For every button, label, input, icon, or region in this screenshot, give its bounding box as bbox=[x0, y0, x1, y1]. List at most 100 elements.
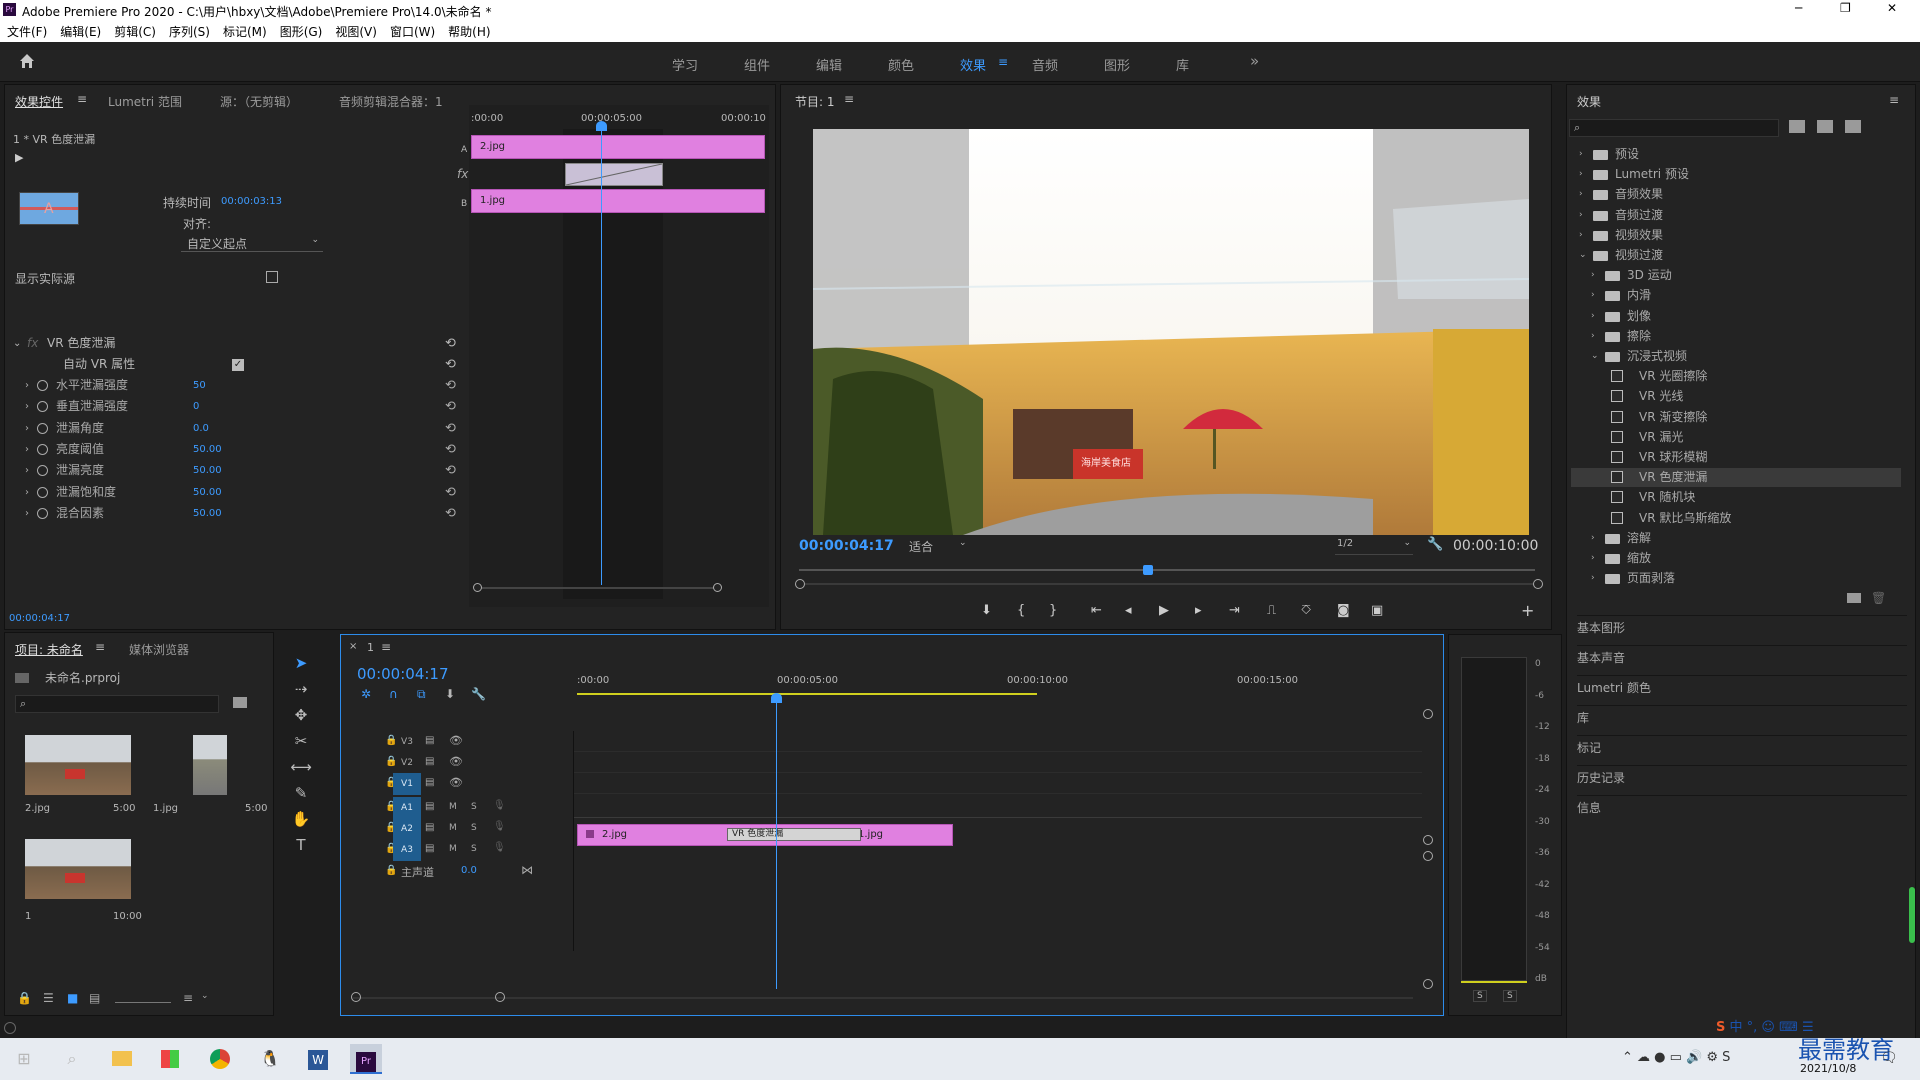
solo-right-button[interactable]: S bbox=[1503, 990, 1517, 1002]
program-zoom-bar[interactable] bbox=[805, 583, 1533, 585]
selection-tool-icon[interactable]: ➤ bbox=[290, 652, 312, 674]
project-item-3[interactable]: 1 10:00 bbox=[17, 829, 142, 925]
program-zoom-right[interactable] bbox=[1533, 579, 1543, 589]
ec-current-time[interactable]: 00:00:04:17 bbox=[9, 613, 70, 624]
ripple-edit-tool-icon[interactable]: ✥ bbox=[290, 704, 312, 726]
effect-folder[interactable]: ⌄ 视频过渡 bbox=[1571, 246, 1901, 265]
expand-arrow-icon[interactable]: › bbox=[25, 503, 29, 524]
add-marker-icon[interactable]: ⬇ bbox=[981, 603, 992, 618]
track-select-tool-icon[interactable]: ⇢ bbox=[290, 678, 312, 700]
sync-lock-icon[interactable]: ▤ bbox=[425, 822, 434, 833]
panel-menu-icon[interactable]: ≡ bbox=[77, 92, 87, 106]
expand-arrow-icon[interactable]: › bbox=[25, 396, 29, 417]
play-icon[interactable]: ▶ bbox=[1159, 603, 1169, 618]
project-search-input[interactable]: ⌕ bbox=[15, 695, 219, 713]
search-icon[interactable]: ⌕ bbox=[56, 1044, 88, 1074]
chevron-right-icon[interactable]: › bbox=[1579, 206, 1583, 225]
effect-item[interactable]: VR 渐变擦除 bbox=[1571, 408, 1901, 427]
track-target[interactable]: V1 bbox=[393, 773, 421, 795]
chevron-right-icon[interactable]: › bbox=[1591, 529, 1595, 548]
tab-source[interactable]: 源：（无剪辑） bbox=[220, 93, 298, 110]
sync-lock-icon[interactable]: ▤ bbox=[425, 843, 434, 854]
new-bin-icon[interactable] bbox=[1847, 593, 1861, 603]
lock-icon[interactable]: 🔒 bbox=[17, 991, 32, 1005]
program-menu-icon[interactable]: ≡ bbox=[844, 92, 854, 106]
effect-folder[interactable]: › 预设 bbox=[1571, 145, 1901, 164]
compare-view-icon[interactable]: ▣ bbox=[1371, 603, 1383, 618]
microphone-icon[interactable]: 🎙 bbox=[493, 821, 506, 832]
reset-icon-autovr[interactable]: ⟲ bbox=[445, 357, 456, 372]
nest-icon[interactable]: ✲ bbox=[361, 687, 371, 701]
fit-dropdown[interactable]: 适合 ⌄ bbox=[909, 537, 969, 555]
expand-arrow-icon[interactable]: › bbox=[25, 482, 29, 503]
reset-icon[interactable]: ⟲ bbox=[445, 396, 456, 417]
tab-media-browser[interactable]: 媒体浏览器 bbox=[129, 641, 189, 658]
lift-icon[interactable]: ⎍ bbox=[1267, 603, 1276, 618]
effects-section[interactable]: 标记 bbox=[1577, 735, 1907, 759]
add-marker-icon[interactable]: ⬇ bbox=[445, 687, 455, 701]
menu-sequence[interactable]: 序列(S) bbox=[162, 20, 216, 40]
app-grid-icon[interactable] bbox=[154, 1044, 186, 1074]
effects-title[interactable]: 效果 bbox=[1577, 93, 1601, 110]
property-value[interactable]: 50.00 bbox=[193, 439, 222, 460]
timeline-ruler[interactable]: :00:00 00:00:05:00 00:00:10:00 00:00:15:… bbox=[577, 671, 1443, 697]
settings-wrench-icon[interactable]: 🔧 bbox=[1427, 537, 1443, 552]
v-scroll-mid-handle[interactable] bbox=[1423, 835, 1433, 845]
play-transition-icon[interactable]: ▶ bbox=[15, 151, 23, 164]
v-scroll-bottom-handle[interactable] bbox=[1423, 979, 1433, 989]
chevron-right-icon[interactable]: › bbox=[1591, 569, 1595, 588]
razor-tool-icon[interactable]: ✂ bbox=[290, 730, 312, 752]
mark-in-icon[interactable]: { bbox=[1017, 603, 1025, 618]
effect-folder[interactable]: › 音频效果 bbox=[1571, 185, 1901, 204]
reset-icon-effect[interactable]: ⟲ bbox=[445, 336, 456, 351]
track-target[interactable]: A1 bbox=[393, 797, 421, 819]
effect-item[interactable]: VR 球形模糊 bbox=[1571, 448, 1901, 467]
stopwatch-icon[interactable] bbox=[37, 380, 48, 391]
snap-icon[interactable]: ∩ bbox=[389, 687, 398, 701]
tab-audio-clip-mixer[interactable]: 音频剪辑混合器：1 bbox=[339, 93, 443, 110]
track-target[interactable]: A3 bbox=[393, 839, 421, 861]
ec-playhead[interactable] bbox=[601, 125, 602, 585]
solo-button[interactable]: S bbox=[471, 844, 477, 854]
menu-file[interactable]: 文件(F) bbox=[0, 20, 53, 40]
workspace-libraries[interactable]: 库 bbox=[1176, 55, 1189, 74]
stopwatch-icon[interactable] bbox=[37, 507, 48, 519]
menu-clip[interactable]: 剪辑(C) bbox=[107, 20, 162, 40]
timeline-playhead[interactable] bbox=[776, 697, 777, 989]
workspace-graphics[interactable]: 图形 bbox=[1104, 55, 1130, 74]
sync-lock-icon[interactable]: ▤ bbox=[425, 777, 434, 788]
windows-start-icon[interactable]: ⊞ bbox=[8, 1044, 40, 1074]
project-menu-icon[interactable]: ≡ bbox=[95, 640, 105, 654]
track-target[interactable]: V3 bbox=[393, 731, 421, 753]
align-dropdown[interactable]: 自定义起点 ⌄ bbox=[181, 234, 323, 252]
effects-section[interactable]: 历史记录 bbox=[1577, 765, 1907, 789]
word-icon[interactable]: W bbox=[302, 1044, 334, 1074]
sync-lock-icon[interactable]: ▤ bbox=[425, 756, 434, 767]
export-frame-icon[interactable]: ◙ bbox=[1337, 603, 1350, 618]
eye-icon[interactable]: 👁 bbox=[449, 734, 463, 747]
h-scroll-left-handle[interactable] bbox=[351, 992, 361, 1002]
sync-lock-icon[interactable]: ▤ bbox=[425, 801, 434, 812]
mute-button[interactable]: M bbox=[449, 844, 457, 854]
timeline-settings-icon[interactable]: 🔧 bbox=[471, 687, 486, 701]
effects-section[interactable]: 信息 bbox=[1577, 795, 1907, 819]
minimize-button[interactable]: ─ bbox=[1795, 1, 1802, 15]
effect-folder[interactable]: › 缩放 bbox=[1571, 549, 1901, 568]
property-value[interactable]: 50 bbox=[193, 375, 206, 396]
tab-effect-controls[interactable]: 效果控件 bbox=[15, 93, 63, 110]
expand-arrow-icon[interactable]: › bbox=[25, 439, 29, 460]
program-timecode[interactable]: 00:00:04:17 bbox=[799, 538, 894, 554]
program-playhead[interactable] bbox=[1143, 565, 1153, 575]
yuv-effects-icon[interactable] bbox=[1845, 120, 1861, 133]
effect-folder[interactable]: › 视频效果 bbox=[1571, 226, 1901, 245]
effect-item[interactable]: VR 色度泄漏 bbox=[1571, 468, 1901, 488]
workspace-menu-icon[interactable]: ≡ bbox=[998, 55, 1008, 69]
pen-tool-icon[interactable]: ✎ bbox=[290, 782, 312, 804]
go-to-in-icon[interactable]: ⇤ bbox=[1091, 603, 1102, 618]
chevron-right-icon[interactable]: › bbox=[1591, 549, 1595, 568]
eye-icon[interactable]: 👁 bbox=[449, 776, 463, 789]
work-area-bar[interactable] bbox=[577, 693, 1037, 695]
chevron-down-icon[interactable]: ⌄ bbox=[1591, 347, 1599, 366]
reset-icon[interactable]: ⟲ bbox=[445, 418, 456, 439]
expand-arrow-icon[interactable]: › bbox=[25, 418, 29, 439]
